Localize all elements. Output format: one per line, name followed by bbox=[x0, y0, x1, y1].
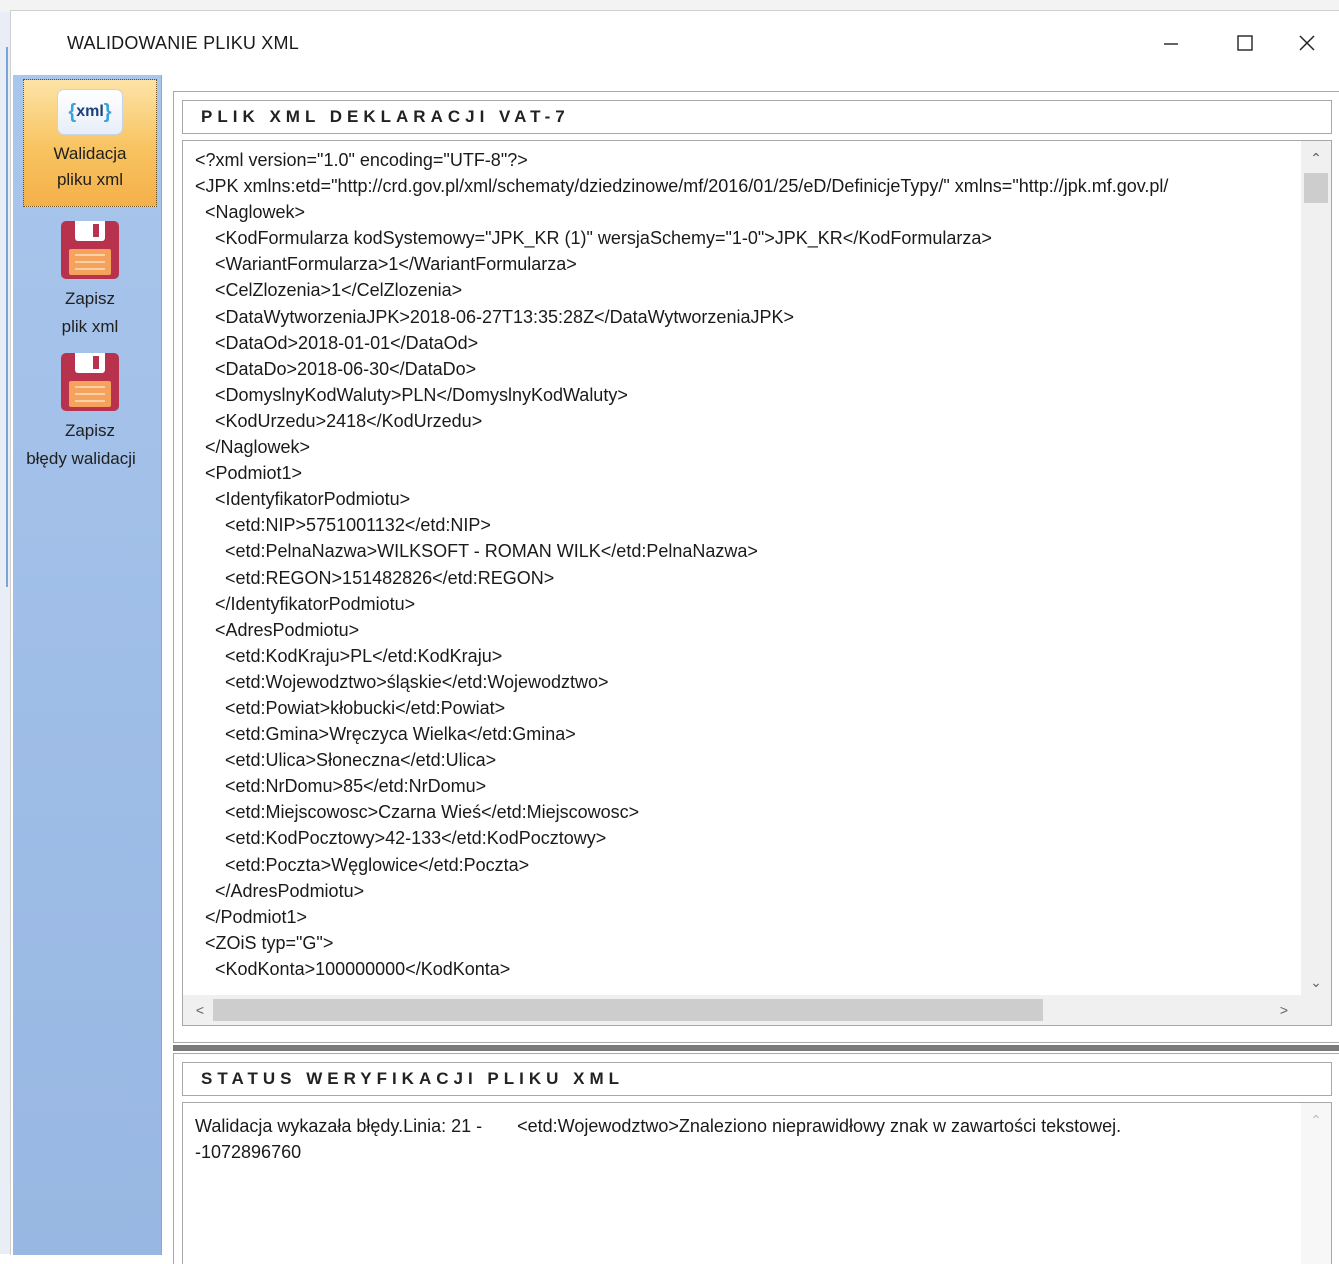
maximize-icon bbox=[1237, 35, 1253, 51]
horizontal-scroll-thumb[interactable] bbox=[213, 999, 1043, 1021]
minimize-button[interactable] bbox=[1148, 23, 1194, 63]
validate-label-2: pliku xml bbox=[56, 170, 124, 189]
scroll-right-icon[interactable]: > bbox=[1269, 997, 1299, 1023]
save-xml-label-2: plik xml bbox=[61, 317, 119, 336]
save-xml-button[interactable]: Zapisz plik xml bbox=[23, 213, 157, 341]
xml-file-panel: PLIK XML DEKLARACJI VAT-7 <?xml version=… bbox=[173, 91, 1339, 1043]
status-vertical-scrollbar[interactable]: ⌃ bbox=[1301, 1103, 1331, 1264]
title-bar: WALIDOWANIE PLIKU XML bbox=[11, 11, 1339, 73]
xml-content-box[interactable]: <?xml version="1.0" encoding="UTF-8"?> <… bbox=[182, 140, 1332, 1026]
xml-content-text[interactable]: <?xml version="1.0" encoding="UTF-8"?> <… bbox=[195, 147, 1295, 995]
scroll-left-icon[interactable]: < bbox=[185, 997, 215, 1023]
validation-window: WALIDOWANIE PLIKU XML {xml} Walidacja pl… bbox=[10, 10, 1339, 1264]
sidebar: {xml} Walidacja pliku xml Zapisz plik xm… bbox=[13, 75, 162, 1255]
scroll-up-icon[interactable]: ⌃ bbox=[1301, 145, 1331, 171]
status-panel-header: STATUS WERYFIKACJI PLIKU XML bbox=[182, 1062, 1332, 1096]
floppy-disk-icon bbox=[61, 353, 119, 411]
vertical-scrollbar[interactable]: ⌃ ⌄ bbox=[1301, 141, 1331, 995]
minimize-icon bbox=[1164, 43, 1178, 45]
status-scroll-up-icon[interactable]: ⌃ bbox=[1301, 1107, 1331, 1133]
xml-icon: {xml} bbox=[58, 90, 122, 134]
window-title: WALIDOWANIE PLIKU XML bbox=[67, 33, 299, 53]
floppy-disk-icon bbox=[61, 221, 119, 279]
verification-status-panel: STATUS WERYFIKACJI PLIKU XML Walidacja w… bbox=[173, 1053, 1339, 1264]
xml-icon-label: xml bbox=[76, 103, 104, 120]
close-button[interactable] bbox=[1284, 23, 1330, 63]
save-xml-label-1: Zapisz bbox=[64, 289, 116, 308]
validate-xml-button[interactable]: {xml} Walidacja pliku xml bbox=[23, 79, 157, 207]
horizontal-scrollbar[interactable]: < > bbox=[183, 995, 1331, 1025]
status-panel-title: STATUS WERYFIKACJI PLIKU XML bbox=[201, 1069, 625, 1088]
save-errors-button[interactable]: Zapisz błędy walidacji bbox=[23, 345, 157, 473]
validate-label-1: Walidacja bbox=[53, 144, 127, 163]
status-message: Walidacja wykazała błędy.Linia: 21 - <et… bbox=[195, 1116, 1122, 1162]
scroll-down-icon[interactable]: ⌄ bbox=[1301, 969, 1331, 995]
status-message-box[interactable]: Walidacja wykazała błędy.Linia: 21 - <et… bbox=[182, 1102, 1332, 1264]
close-icon bbox=[1299, 35, 1315, 51]
vertical-scroll-thumb[interactable] bbox=[1304, 173, 1328, 203]
maximize-button[interactable] bbox=[1222, 23, 1268, 63]
background-window-edge bbox=[0, 12, 10, 1254]
panel-splitter[interactable] bbox=[173, 1045, 1339, 1051]
xml-panel-title: PLIK XML DEKLARACJI VAT-7 bbox=[201, 107, 570, 126]
save-errors-label-1: Zapisz bbox=[64, 421, 116, 440]
xml-panel-header: PLIK XML DEKLARACJI VAT-7 bbox=[182, 100, 1332, 134]
save-errors-label-2: błędy walidacji bbox=[26, 449, 136, 468]
